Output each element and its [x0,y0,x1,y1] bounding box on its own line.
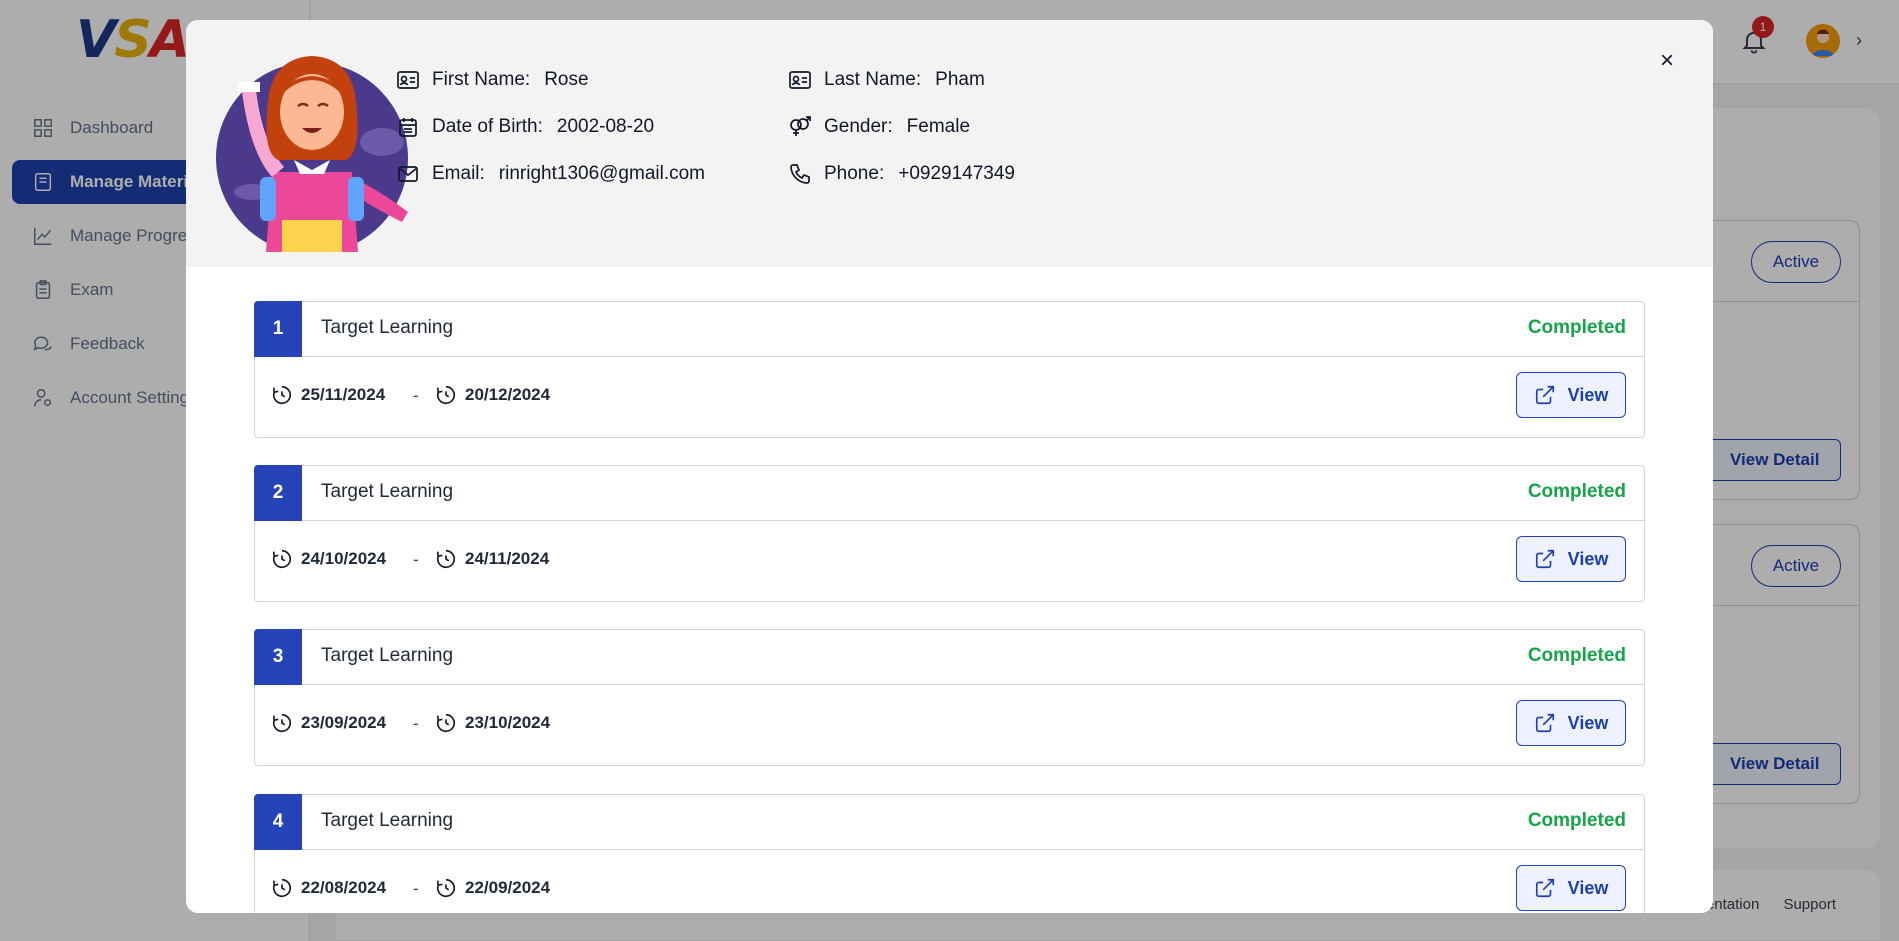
student-detail-modal: First Name: Rose Last Name: Pham Date of… [186,20,1713,913]
first-name-label: First Name: [432,69,531,90]
phone-value: +0929147349 [898,163,1015,184]
task-header: 2 Target Learning Completed [254,465,1644,521]
task-status: Completed [1527,645,1626,666]
end-date: 20/12/2024 [435,384,550,406]
task-card: 2 Target Learning Completed 24/10/2024 -… [254,465,1645,602]
end-date-value: 23/10/2024 [465,713,551,732]
phone-icon [790,164,810,184]
task-card: 4 Target Learning Completed 22/08/2024 -… [254,794,1645,913]
mail-icon [398,166,418,182]
start-date: 24/10/2024 [271,548,386,570]
start-date-value: 22/08/2024 [301,878,387,897]
task-status: Completed [1527,481,1626,502]
id-card-icon [397,71,419,89]
external-link-icon [1535,878,1554,898]
dob-row: Date of Birth: 2002-08-20 [396,115,654,139]
first-name-row: First Name: Rose [396,68,589,92]
email-value: rinright1306@gmail.com [498,163,706,184]
clock-icon [272,549,292,569]
start-date-value: 24/10/2024 [301,549,387,568]
start-date: 25/11/2024 [271,384,385,406]
last-name-value: Pham [935,69,985,90]
start-date-value: 23/09/2024 [301,713,387,732]
end-date-value: 22/09/2024 [465,878,551,897]
task-status: Completed [1527,317,1626,338]
view-button[interactable]: View [1516,536,1626,582]
task-title: Target Learning [321,317,454,338]
clock-icon [272,713,292,733]
first-name-value: Rose [544,69,589,90]
calendar-icon [399,118,417,137]
task-card: 1 Target Learning Completed 25/11/2024 -… [254,301,1645,438]
phone-label: Phone: [824,163,885,184]
task-card: 3 Target Learning Completed 23/09/2024 -… [254,629,1645,766]
task-title: Target Learning [321,481,454,502]
email-label: Email: [432,163,485,184]
view-button[interactable]: View [1516,372,1626,418]
task-number-badge: 3 [254,629,302,685]
clock-icon [436,385,456,405]
gender-label: Gender: [824,116,893,137]
task-number-badge: 1 [254,301,302,357]
external-link-icon [1535,549,1554,569]
date-separator: - [413,550,419,569]
start-date: 22/08/2024 [271,877,386,899]
gender-value: Female [906,116,971,137]
last-name-label: Last Name: [824,69,922,90]
dob-value: 2002-08-20 [556,116,655,137]
view-button[interactable]: View [1516,700,1626,746]
date-separator: - [413,879,419,898]
last-name-row: Last Name: Pham [788,68,985,92]
gender-row: Gender: Female [788,115,970,139]
view-button[interactable]: View [1516,865,1626,911]
dob-label: Date of Birth: [432,116,543,137]
view-button-label: View [1567,877,1609,898]
gender-icon [790,116,811,136]
task-header: 3 Target Learning Completed [254,629,1644,685]
task-number-badge: 2 [254,465,302,521]
student-avatar [216,56,408,252]
end-date-value: 20/12/2024 [465,385,551,404]
task-header: 1 Target Learning Completed [254,301,1644,357]
end-date: 24/11/2024 [435,548,549,570]
close-icon[interactable]: × [1652,46,1682,76]
end-date-value: 24/11/2024 [465,549,550,568]
view-button-label: View [1567,548,1609,569]
email-row: Email: rinright1306@gmail.com [396,162,705,186]
end-date: 23/10/2024 [435,712,550,734]
clock-icon [272,385,292,405]
profile-header: First Name: Rose Last Name: Pham Date of… [186,20,1713,267]
task-title: Target Learning [321,645,454,666]
clock-icon [272,878,292,898]
task-title: Target Learning [321,810,454,831]
phone-row: Phone: +0929147349 [788,162,1015,186]
task-status: Completed [1527,810,1626,831]
start-date-value: 25/11/2024 [301,385,386,404]
id-card-icon [789,71,811,89]
date-separator: - [413,386,419,405]
date-separator: - [413,714,419,733]
external-link-icon [1535,385,1554,405]
clock-icon [436,549,456,569]
task-number-badge: 4 [254,794,302,850]
view-button-label: View [1567,712,1609,733]
clock-icon [436,713,456,733]
external-link-icon [1535,713,1554,733]
end-date: 22/09/2024 [435,877,550,899]
task-header: 4 Target Learning Completed [254,794,1644,850]
clock-icon [436,878,456,898]
view-button-label: View [1567,384,1609,405]
start-date: 23/09/2024 [271,712,386,734]
